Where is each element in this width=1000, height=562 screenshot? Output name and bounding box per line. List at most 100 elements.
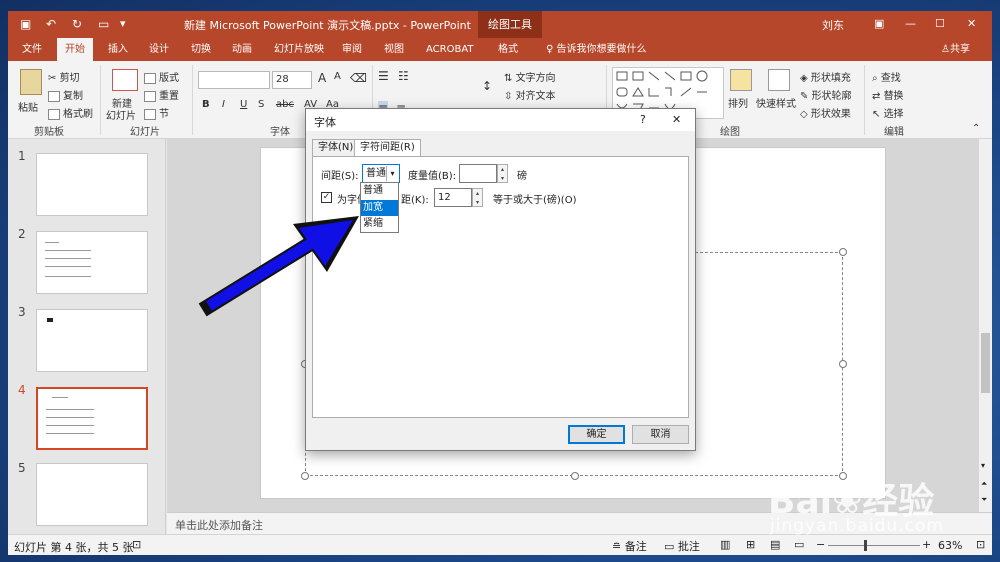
minimize-icon[interactable]: — (905, 17, 916, 30)
resize-handle[interactable] (839, 360, 847, 368)
slide-thumbnail[interactable] (36, 309, 148, 372)
option-expanded[interactable]: 加宽 (361, 200, 398, 216)
grow-font-icon[interactable]: A (318, 71, 326, 85)
redo-icon[interactable]: ↻ (72, 17, 82, 31)
ok-button[interactable]: 确定 (568, 425, 625, 444)
kerning-input[interactable]: 12 (434, 188, 472, 207)
font-size-combo[interactable]: 28 (272, 71, 312, 89)
arrange-button[interactable]: 排列 (728, 95, 748, 110)
format-painter-button[interactable]: 格式刷 (48, 105, 93, 120)
ribbon-display-icon[interactable]: ▣ (874, 17, 884, 30)
arrange-icon[interactable] (730, 69, 752, 91)
tab-insert[interactable]: 插入 (100, 38, 136, 61)
select-button[interactable]: ↖ 选择 (872, 105, 904, 120)
tab-review[interactable]: 审阅 (334, 38, 370, 61)
maximize-icon[interactable]: ☐ (935, 17, 945, 30)
slide-thumbnail[interactable] (36, 463, 148, 526)
tab-transitions[interactable]: 切换 (183, 38, 219, 61)
find-button[interactable]: ⌕ 查找 (872, 69, 901, 84)
underline-icon[interactable]: U (240, 99, 247, 110)
spacing-select[interactable]: 普通 ▾ (362, 164, 400, 183)
tell-me-box[interactable]: ♀ 告诉我你想要做什么 (538, 38, 655, 61)
quick-styles-icon[interactable] (768, 69, 790, 91)
comments-button[interactable]: ▭ 批注 (664, 538, 700, 554)
tab-view[interactable]: 视图 (376, 38, 412, 61)
cut-button[interactable]: ✂ 剪切 (48, 69, 80, 84)
notes-icon: ≘ (612, 540, 625, 553)
layout-button[interactable]: 版式 (144, 69, 179, 84)
user-name[interactable]: 刘东 (822, 17, 844, 33)
resize-handle[interactable] (571, 472, 579, 480)
tab-acrobat[interactable]: ACROBAT (418, 38, 482, 61)
resize-handle[interactable] (301, 472, 309, 480)
by-input[interactable] (459, 164, 497, 183)
resize-handle[interactable] (839, 248, 847, 256)
undo-icon[interactable]: ↶ (46, 17, 56, 31)
new-slide-icon[interactable] (112, 69, 138, 91)
slide-thumbnail[interactable] (36, 231, 148, 294)
tab-character-spacing[interactable]: 字符间距(R) (354, 139, 421, 157)
normal-view-icon[interactable]: ▥ (720, 538, 730, 551)
paste-button[interactable]: 粘贴 (18, 99, 38, 114)
vertical-scrollbar[interactable]: ▾ ⏶ ⏷ (979, 139, 992, 512)
chevron-down-icon[interactable]: ▾ (386, 166, 398, 181)
kerning-checkbox[interactable]: ✓ (321, 192, 332, 203)
notes-button[interactable]: ≘ 备注 (612, 538, 647, 554)
share-button[interactable]: ♙共享 (933, 38, 978, 61)
help-button[interactable]: ? (640, 113, 646, 126)
option-condensed[interactable]: 紧缩 (361, 216, 398, 232)
clear-format-icon[interactable]: ⌫ (350, 71, 367, 85)
shape-outline-button[interactable]: ✎ 形状轮廓 (800, 87, 852, 102)
group-label-clipboard: 剪贴板 (34, 127, 64, 138)
reset-button[interactable]: 重置 (144, 87, 179, 102)
quick-styles-button[interactable]: 快速样式 (756, 95, 796, 110)
italic-icon[interactable]: I (222, 99, 225, 110)
shrink-font-icon[interactable]: A (334, 71, 341, 82)
font-name-combo[interactable] (198, 71, 270, 89)
scrollbar-thumb[interactable] (981, 333, 990, 393)
paste-icon[interactable] (20, 69, 42, 95)
unit-label: 磅 (517, 171, 527, 182)
numbering-icon[interactable]: ☷ (398, 69, 409, 83)
dialog-close-button[interactable]: ✕ (672, 113, 681, 126)
scroll-down-icon[interactable]: ▾ (981, 461, 985, 470)
customize-qat-icon[interactable]: ▾ (120, 17, 126, 30)
option-normal[interactable]: 普通 (361, 183, 398, 199)
present-icon[interactable]: ▭ (98, 17, 109, 31)
slide-thumbnail-selected[interactable] (36, 387, 148, 450)
tab-font[interactable]: 字体(N) (312, 139, 360, 156)
bold-icon[interactable]: B (202, 99, 210, 110)
tab-format[interactable]: 格式 (490, 38, 526, 61)
collapse-ribbon-icon[interactable]: ⌃ (972, 123, 980, 134)
spellcheck-icon[interactable]: ⊡ (132, 538, 141, 551)
text-direction-button[interactable]: ⇅ 文字方向 (504, 69, 556, 84)
tab-slideshow[interactable]: 幻灯片放映 (266, 38, 332, 61)
shape-effects-button[interactable]: ◇ 形状效果 (800, 105, 851, 120)
slide-thumbnail[interactable] (36, 153, 148, 216)
strikethrough-icon[interactable]: abc (276, 99, 294, 110)
kerning-spinner[interactable]: ▴ ▾ (472, 188, 483, 207)
line-spacing-icon[interactable]: ↕ (482, 79, 492, 93)
paint-bucket-icon: ◈ (800, 73, 811, 84)
replace-button[interactable]: ⇄ 替换 (872, 87, 904, 102)
copy-button[interactable]: 复制 (48, 87, 83, 102)
thumb-text-line (45, 242, 59, 243)
tab-file[interactable]: 文件 (14, 38, 50, 61)
dialog-title-bar: 字体 ? ✕ (306, 109, 695, 131)
thumb-text-line (46, 425, 94, 426)
section-button[interactable]: 节 (144, 105, 169, 120)
new-slide-label[interactable]: 幻灯片 (106, 107, 136, 122)
align-text-button[interactable]: ⇳ 对齐文本 (504, 87, 556, 102)
by-spinner[interactable]: ▴ ▾ (497, 164, 508, 183)
close-icon[interactable]: ✕ (967, 17, 976, 30)
group-divider (192, 65, 193, 135)
cancel-button[interactable]: 取消 (632, 425, 689, 444)
tab-animations[interactable]: 动画 (224, 38, 260, 61)
tab-design[interactable]: 设计 (141, 38, 177, 61)
save-icon[interactable]: ▣ (20, 17, 31, 31)
shadow-icon[interactable]: S (258, 99, 264, 110)
bullets-icon[interactable]: ☰ (378, 69, 389, 83)
slide-sorter-icon[interactable]: ⊞ (746, 538, 755, 551)
shape-fill-button[interactable]: ◈ 形状填充 (800, 69, 851, 84)
tab-home[interactable]: 开始 (57, 38, 93, 61)
